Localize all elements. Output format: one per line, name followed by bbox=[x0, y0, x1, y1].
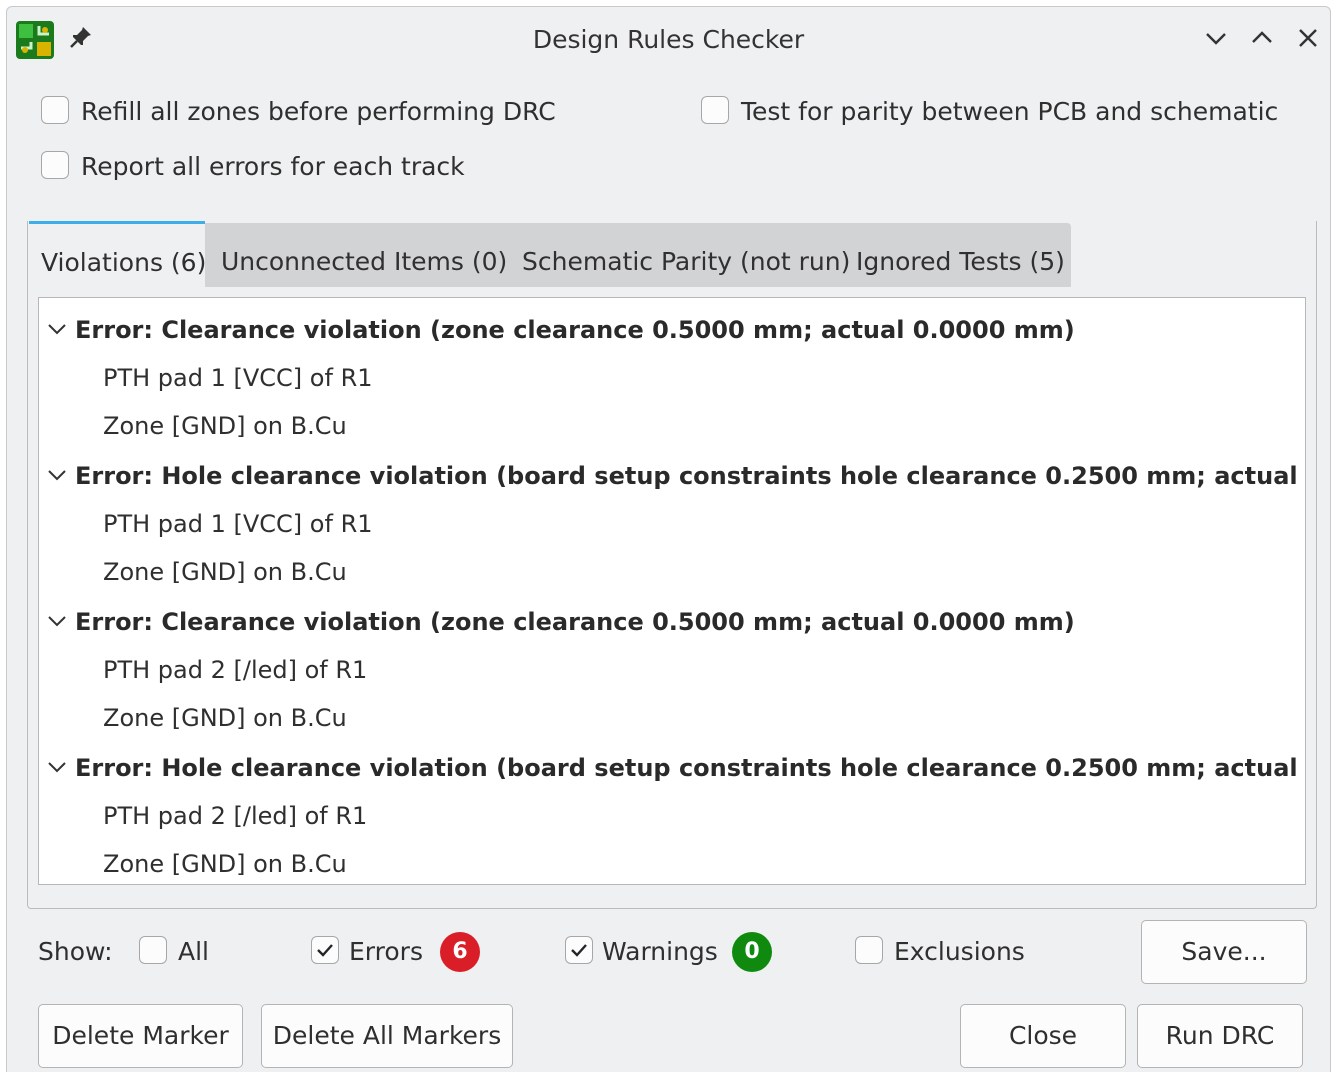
violation-item: Zone [GND] on B.Cu bbox=[103, 850, 347, 878]
violation-item: Zone [GND] on B.Cu bbox=[103, 558, 347, 586]
violation-item: PTH pad 1 [VCC] of R1 bbox=[103, 364, 373, 392]
warnings-count-badge: 0 bbox=[732, 932, 772, 972]
chevron-down-icon[interactable] bbox=[47, 322, 67, 336]
show-warnings-checkbox[interactable] bbox=[565, 936, 593, 964]
title-bar: Design Rules Checker bbox=[7, 7, 1330, 67]
violation-item-row[interactable]: PTH pad 1 [VCC] of R1 bbox=[39, 498, 1305, 546]
violation-item-row[interactable]: Zone [GND] on B.Cu bbox=[39, 400, 1305, 448]
tab-ignored-tests[interactable]: Ignored Tests (5) bbox=[856, 247, 1065, 276]
delete-marker-button[interactable]: Delete Marker bbox=[38, 1004, 243, 1068]
violation-item: PTH pad 2 [/led] of R1 bbox=[103, 656, 368, 684]
chevron-down-icon[interactable] bbox=[47, 468, 67, 482]
violation-row[interactable]: Error: Hole clearance violation (board s… bbox=[39, 742, 1305, 790]
report-all-errors-checkbox[interactable] bbox=[41, 151, 69, 179]
chevron-down-icon[interactable] bbox=[47, 760, 67, 774]
violation-row[interactable]: Error: Clearance violation (zone clearan… bbox=[39, 596, 1305, 644]
errors-count-badge: 6 bbox=[440, 932, 480, 972]
tab-unconnected-items[interactable]: Unconnected Items (0) bbox=[221, 247, 507, 276]
violation-item: Zone [GND] on B.Cu bbox=[103, 704, 347, 732]
show-label: Show: bbox=[38, 937, 113, 966]
delete-all-markers-button[interactable]: Delete All Markers bbox=[261, 1004, 513, 1068]
violation-title: Error: Clearance violation (zone clearan… bbox=[75, 608, 1075, 636]
show-errors-checkbox[interactable] bbox=[311, 936, 339, 964]
show-all-label: All bbox=[178, 937, 209, 966]
checkmark-icon bbox=[571, 944, 587, 957]
show-exclusions-label: Exclusions bbox=[894, 937, 1025, 966]
violation-item: PTH pad 2 [/led] of R1 bbox=[103, 802, 368, 830]
test-parity-label: Test for parity between PCB and schemati… bbox=[741, 97, 1279, 126]
violation-item-row[interactable]: PTH pad 2 [/led] of R1 bbox=[39, 644, 1305, 692]
test-parity-checkbox[interactable] bbox=[701, 96, 729, 124]
show-all-checkbox[interactable] bbox=[139, 936, 167, 964]
violation-item: Zone [GND] on B.Cu bbox=[103, 412, 347, 440]
tab-violations-label: Violations (6) bbox=[41, 248, 207, 277]
violations-tree[interactable]: Error: Clearance violation (zone clearan… bbox=[38, 297, 1306, 885]
violation-row[interactable]: Error: Hole clearance violation (board s… bbox=[39, 450, 1305, 498]
chevron-down-icon[interactable] bbox=[47, 614, 67, 628]
tab-strip: Unconnected Items (0) Schematic Parity (… bbox=[205, 223, 1071, 287]
tab-schematic-parity[interactable]: Schematic Parity (not run) bbox=[522, 247, 850, 276]
maximize-icon[interactable] bbox=[1249, 25, 1275, 51]
minimize-icon[interactable] bbox=[1203, 25, 1229, 51]
show-exclusions-checkbox[interactable] bbox=[855, 936, 883, 964]
save-button[interactable]: Save... bbox=[1141, 920, 1307, 984]
report-all-errors-label: Report all errors for each track bbox=[81, 152, 465, 181]
violation-title: Error: Clearance violation (zone clearan… bbox=[75, 316, 1075, 344]
close-window-icon[interactable] bbox=[1295, 25, 1321, 51]
run-drc-button[interactable]: Run DRC bbox=[1137, 1004, 1303, 1068]
violation-item-row[interactable]: Zone [GND] on B.Cu bbox=[39, 692, 1305, 740]
show-errors-label: Errors bbox=[349, 937, 423, 966]
close-button[interactable]: Close bbox=[960, 1004, 1126, 1068]
violation-title: Error: Hole clearance violation (board s… bbox=[75, 462, 1305, 490]
show-warnings-label: Warnings bbox=[602, 937, 718, 966]
violation-item-row[interactable]: PTH pad 1 [VCC] of R1 bbox=[39, 352, 1305, 400]
violation-item-row[interactable]: Zone [GND] on B.Cu bbox=[39, 546, 1305, 594]
violation-item-row[interactable]: Zone [GND] on B.Cu bbox=[39, 838, 1305, 884]
violation-title: Error: Hole clearance violation (board s… bbox=[75, 754, 1305, 782]
violation-item: PTH pad 1 [VCC] of R1 bbox=[103, 510, 373, 538]
drc-dialog: Design Rules Checker Refill all zones be… bbox=[6, 6, 1331, 1072]
violation-item-row[interactable]: PTH pad 2 [/led] of R1 bbox=[39, 790, 1305, 838]
refill-zones-checkbox[interactable] bbox=[41, 96, 69, 124]
window-title: Design Rules Checker bbox=[532, 25, 805, 54]
tab-violations[interactable]: Violations (6) bbox=[29, 221, 207, 287]
checkmark-icon bbox=[317, 944, 333, 957]
refill-zones-label: Refill all zones before performing DRC bbox=[81, 97, 556, 126]
violation-row[interactable]: Error: Clearance violation (zone clearan… bbox=[39, 304, 1305, 352]
